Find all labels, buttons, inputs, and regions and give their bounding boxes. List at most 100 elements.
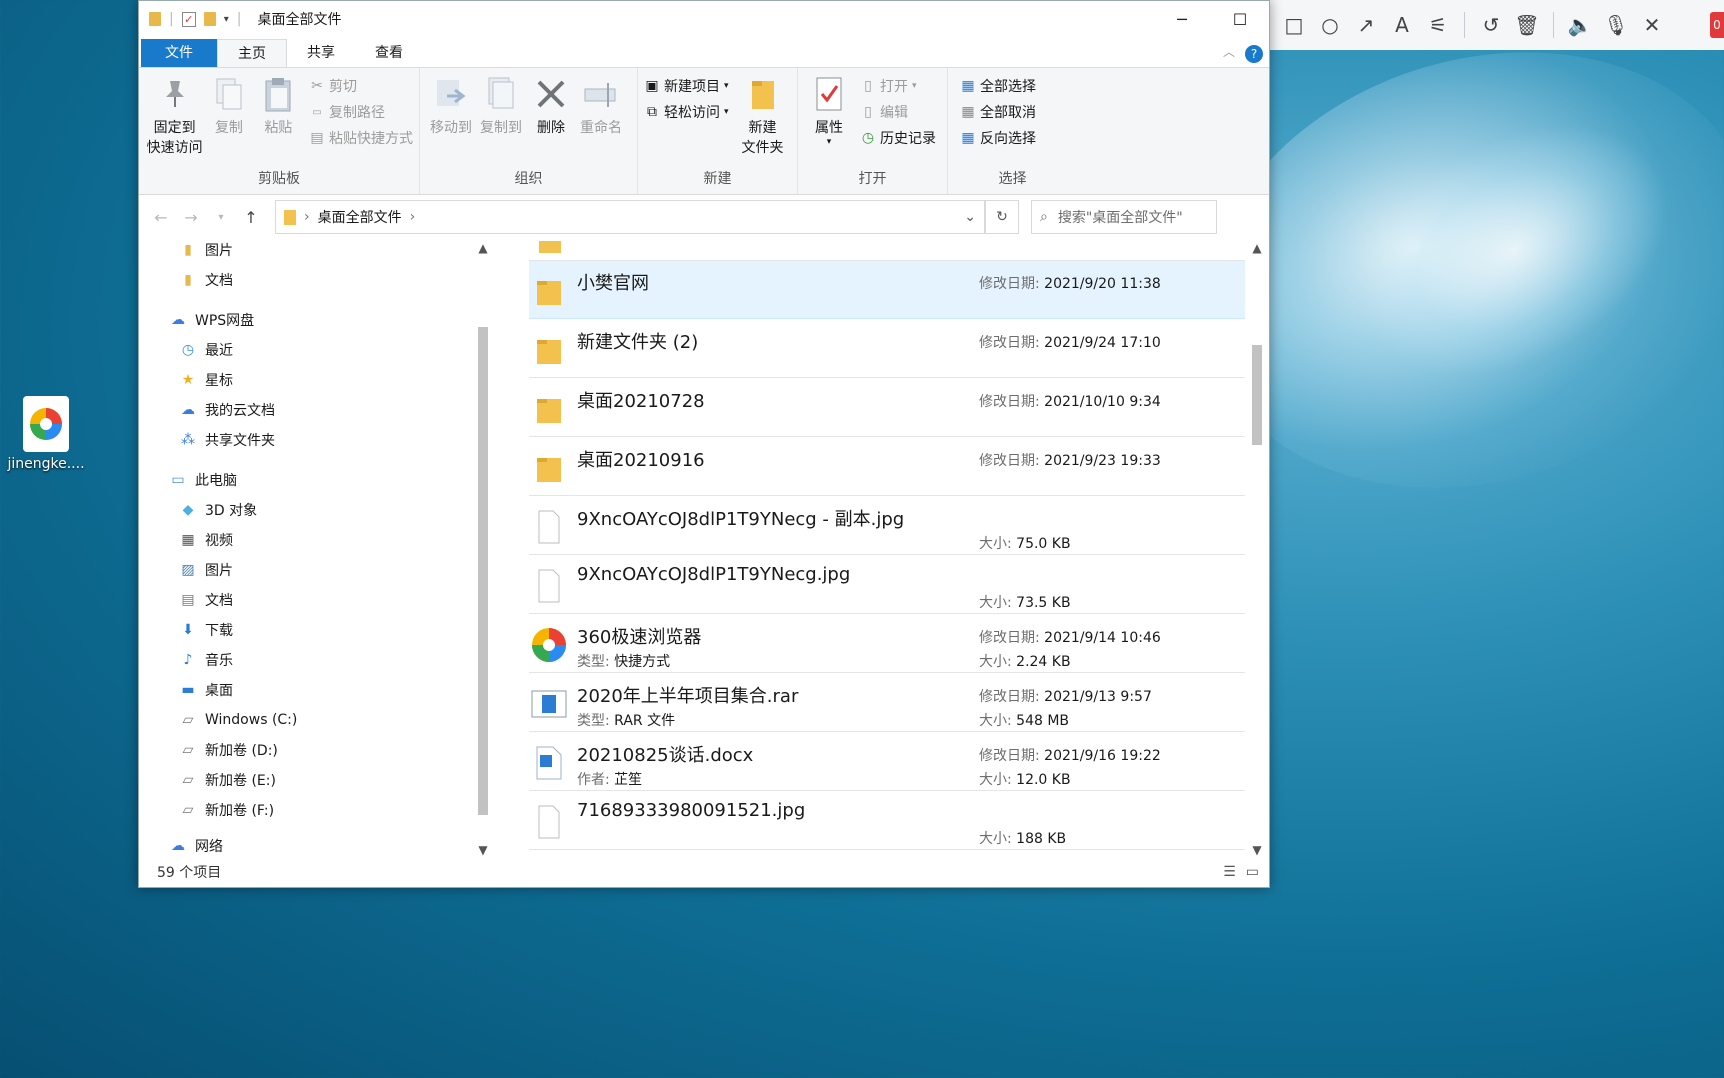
text-icon[interactable]: A <box>1386 9 1418 41</box>
forward-arrow-icon[interactable]: → <box>181 208 201 227</box>
up-arrow-icon[interactable]: ↑ <box>241 208 261 227</box>
nav-item[interactable]: ⬇ 下载 <box>179 615 233 645</box>
back-arrow-icon[interactable]: ← <box>151 208 171 227</box>
tab-file[interactable]: 文件 <box>141 39 217 67</box>
file-row[interactable]: 小樊官网 修改日期: 2021/9/20 11:38 <box>529 261 1245 319</box>
edit-button[interactable]: ▯ 编辑 <box>860 102 936 122</box>
nav-item[interactable]: ▦ 视频 <box>179 525 233 555</box>
record-badge[interactable]: 0 <box>1710 12 1724 38</box>
new-folder-icon[interactable] <box>203 12 216 26</box>
address-dropdown-icon[interactable]: ⌄ <box>964 209 976 225</box>
details-view-icon[interactable]: ☰ <box>1223 864 1236 880</box>
properties-check-icon[interactable]: ✓ <box>181 11 196 27</box>
nav-item[interactable]: ▱ 新加卷 (D:) <box>179 735 278 765</box>
file-row[interactable]: 桌面20210916 修改日期: 2021/9/23 19:33 <box>529 438 1245 496</box>
microphone-icon[interactable]: 🎙 <box>1600 9 1632 41</box>
nav-item[interactable]: ▱ 新加卷 (F:) <box>179 795 274 825</box>
subinfo-key: 作者: <box>577 772 610 788</box>
search-placeholder: 搜索"桌面全部文件" <box>1057 210 1183 226</box>
scroll-down-icon[interactable]: ▼ <box>475 843 491 857</box>
nav-item[interactable]: ☁ WPS网盘 <box>169 305 254 335</box>
file-row[interactable]: 新建文件夹 (2) 修改日期: 2021/9/24 17:10 <box>529 320 1245 378</box>
file-row[interactable]: 20210825谈话.docx 作者: 芷笙 修改日期: 2021/9/16 19:… <box>529 733 1245 791</box>
scroll-down-icon[interactable]: ▼ <box>1249 843 1265 857</box>
subinfo-key: 类型: <box>577 713 610 729</box>
nav-item[interactable]: ▨ 图片 <box>179 555 233 585</box>
select-all-button[interactable]: ▦ 全部选择 <box>960 76 1036 96</box>
search-box[interactable]: ⌕ 搜索"桌面全部文件" <box>1031 200 1217 234</box>
customize-dropdown-icon[interactable]: ▾ <box>224 14 229 25</box>
nav-scroll-thumb[interactable] <box>478 327 488 815</box>
circle-icon[interactable]: ○ <box>1314 9 1346 41</box>
collapse-ribbon-icon[interactable]: ︿ <box>1223 43 1235 60</box>
file-row[interactable]: 9XncOAYcOJ8dlP1T9YNecg - 副本.jpg 大小: 75.0 … <box>529 497 1245 555</box>
nav-item[interactable]: ♪ 音乐 <box>179 645 233 675</box>
nav-item[interactable]: ▭ 此电脑 <box>169 465 237 495</box>
modified-value: 2021/9/14 10:46 <box>1044 630 1161 646</box>
maximize-button[interactable]: ☐ <box>1211 1 1269 37</box>
tab-share[interactable]: 共享 <box>287 39 355 67</box>
nav-item[interactable]: ▬ 桌面 <box>179 675 233 705</box>
easy-access-icon: ⧉ <box>647 104 657 120</box>
copy-path-button[interactable]: ▭ 复制路径 <box>309 102 413 122</box>
close-icon[interactable]: ✕ <box>1636 9 1668 41</box>
refresh-button[interactable]: ↻ <box>985 200 1019 234</box>
file-row[interactable]: 9XncOAYcOJ8dlP1T9YNecg.jpg 大小: 73.5 KB <box>529 556 1245 614</box>
scroll-up-icon[interactable]: ▲ <box>1249 241 1265 255</box>
edit-icon: ▯ <box>864 104 872 120</box>
file-row[interactable]: 2020年上半年项目集合.rar 类型: RAR 文件 修改日期: 2021/9/1… <box>529 674 1245 732</box>
rectangle-icon[interactable]: □ <box>1278 9 1310 41</box>
nav-item-label: 共享文件夹 <box>205 433 275 449</box>
file-row[interactable]: 桌面20210728 修改日期: 2021/10/10 9:34 <box>529 379 1245 437</box>
nav-item[interactable]: ★ 星标 <box>179 365 233 395</box>
paste-shortcut-button[interactable]: ▤ 粘贴快捷方式 <box>309 128 413 148</box>
undo-icon[interactable]: ↺ <box>1475 9 1507 41</box>
speaker-icon[interactable]: 🔈 <box>1564 9 1596 41</box>
nav-item[interactable]: ▱ Windows (C:) <box>179 705 298 735</box>
help-button[interactable]: ? <box>1245 45 1263 63</box>
tab-home[interactable]: 主页 <box>217 39 287 67</box>
network-icon: ☁ <box>171 838 185 854</box>
minimize-button[interactable]: ─ <box>1153 1 1211 37</box>
invert-selection-button[interactable]: ▦ 反向选择 <box>960 128 1036 148</box>
select-none-button[interactable]: ▦ 全部取消 <box>960 102 1036 122</box>
modified-value: 2021/10/10 9:34 <box>1044 394 1161 410</box>
magic-wand-icon[interactable]: ⚟ <box>1422 9 1454 41</box>
nav-item[interactable]: ◷ 最近 <box>179 335 233 365</box>
open-button[interactable]: ▯ 打开 ▾ <box>860 76 936 96</box>
file-size: 大小: 12.0 KB <box>979 769 1071 789</box>
select-group-label: 选择 <box>998 171 1027 187</box>
folder-icon <box>529 389 569 429</box>
nav-item[interactable]: ☁ 我的云文档 <box>179 395 275 425</box>
history-button[interactable]: ◷ 历史记录 <box>860 128 936 148</box>
nav-scrollbar[interactable]: ▲ ▼ <box>475 241 491 857</box>
nav-item[interactable]: ▮ 文档 <box>179 265 233 295</box>
nav-item[interactable]: ◆ 3D 对象 <box>179 495 258 525</box>
file-row[interactable]: 360极速浏览器 类型: 快捷方式 修改日期: 2021/9/14 10:46 大小:… <box>529 615 1245 673</box>
file-row[interactable]: 71689333980091521.jpg 大小: 188 KB <box>529 792 1245 850</box>
nav-item[interactable]: ☁ 网络 <box>169 831 223 857</box>
trash-icon[interactable]: 🗑 <box>1511 9 1543 41</box>
desktop-shortcut[interactable]: jinengke.... <box>0 396 92 472</box>
nav-item[interactable]: ▮ 图片 <box>179 241 233 265</box>
file-icon <box>529 566 569 606</box>
address-box[interactable]: › 桌面全部文件 › ⌄ <box>275 200 985 234</box>
large-icons-view-icon[interactable]: ▭ <box>1246 864 1259 880</box>
partial-folder-row[interactable] <box>529 241 1245 261</box>
file-scrollbar[interactable]: ▲ ▼ <box>1249 241 1265 857</box>
recent-chevron-icon[interactable]: ▾ <box>211 212 231 223</box>
tab-view[interactable]: 查看 <box>355 39 423 67</box>
breadcrumb[interactable]: 桌面全部文件 <box>318 207 402 227</box>
nav-item[interactable]: ⁂ 共享文件夹 <box>179 425 275 455</box>
modified-value: 2021/9/20 11:38 <box>1044 276 1161 292</box>
nav-item[interactable]: ▱ 新加卷 (E:) <box>179 765 276 795</box>
easy-access-button[interactable]: ⧉ 轻松访问 ▾ <box>644 102 729 122</box>
size-value: 2.24 KB <box>1016 654 1071 670</box>
scroll-up-icon[interactable]: ▲ <box>475 241 491 255</box>
file-scroll-thumb[interactable] <box>1252 345 1262 445</box>
cut-button[interactable]: ✂ 剪切 <box>309 76 413 96</box>
delete-x-icon <box>533 74 569 114</box>
arrow-icon[interactable]: ↗ <box>1350 9 1382 41</box>
nav-item[interactable]: ▤ 文档 <box>179 585 233 615</box>
new-item-button[interactable]: ▣ 新建项目 ▾ <box>644 76 728 96</box>
